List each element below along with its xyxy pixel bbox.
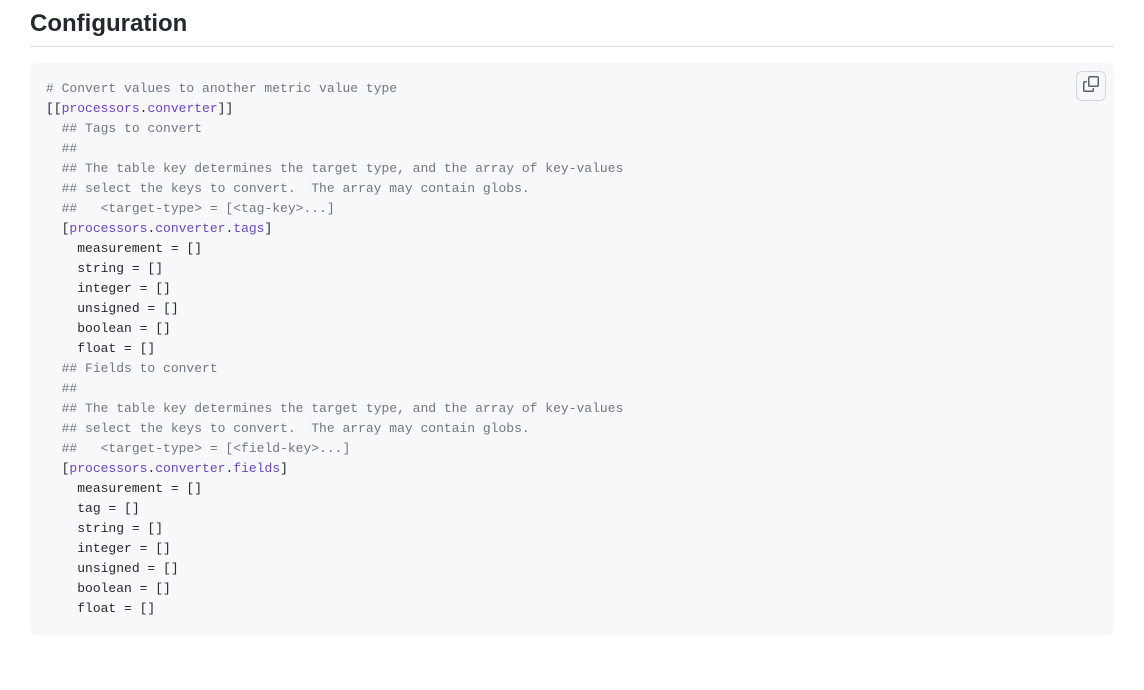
code-block-wrapper: # Convert values to another metric value… (30, 63, 1114, 635)
code-line: ## (46, 379, 1098, 399)
code-line: # Convert values to another metric value… (46, 79, 1098, 99)
code-line: float = [] (46, 599, 1098, 619)
code-line: measurement = [] (46, 479, 1098, 499)
code-line: ## select the keys to convert. The array… (46, 419, 1098, 439)
code-line: integer = [] (46, 279, 1098, 299)
code-line: [processors.converter.tags] (46, 219, 1098, 239)
code-line: [processors.converter.fields] (46, 459, 1098, 479)
code-line: measurement = [] (46, 239, 1098, 259)
code-line: boolean = [] (46, 579, 1098, 599)
code-line: boolean = [] (46, 319, 1098, 339)
code-line: ## select the keys to convert. The array… (46, 179, 1098, 199)
code-line: unsigned = [] (46, 299, 1098, 319)
code-line: ## The table key determines the target t… (46, 159, 1098, 179)
code-line: ## Fields to convert (46, 359, 1098, 379)
copy-icon (1083, 76, 1099, 97)
copy-button[interactable] (1076, 71, 1106, 101)
code-line: ## <target-type> = [<field-key>...] (46, 439, 1098, 459)
code-line: integer = [] (46, 539, 1098, 559)
code-line: ## Tags to convert (46, 119, 1098, 139)
code-line: ## The table key determines the target t… (46, 399, 1098, 419)
code-line: float = [] (46, 339, 1098, 359)
code-line: tag = [] (46, 499, 1098, 519)
section-heading: Configuration (30, 10, 1114, 47)
code-block: # Convert values to another metric value… (30, 63, 1114, 635)
code-line: [[processors.converter]] (46, 99, 1098, 119)
code-line: string = [] (46, 259, 1098, 279)
code-line: ## (46, 139, 1098, 159)
code-line: unsigned = [] (46, 559, 1098, 579)
code-line: string = [] (46, 519, 1098, 539)
code-line: ## <target-type> = [<tag-key>...] (46, 199, 1098, 219)
